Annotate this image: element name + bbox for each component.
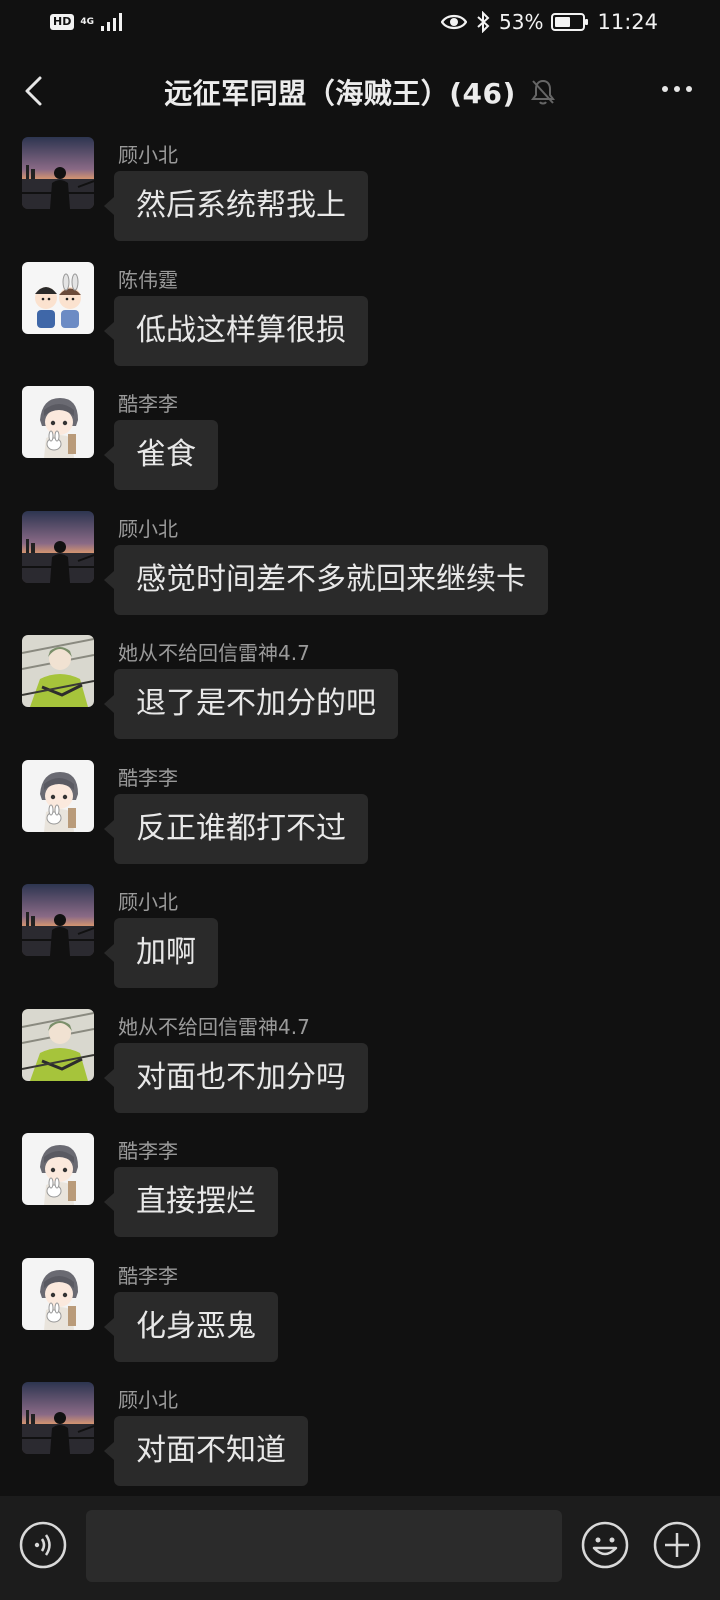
message-bubble[interactable]: 低战这样算很损 [104, 296, 368, 366]
avatar[interactable] [22, 1133, 94, 1205]
message-bubble[interactable]: 雀食 [104, 420, 218, 490]
voice-icon [19, 1521, 67, 1569]
message-bubble[interactable]: 对面也不加分吗 [104, 1043, 368, 1113]
message-bubble[interactable]: 反正谁都打不过 [104, 794, 368, 864]
mute-bell-icon [530, 79, 555, 105]
sender-name: 顾小北 [118, 517, 178, 541]
emoji-button[interactable] [580, 1520, 630, 1574]
avatar[interactable] [22, 386, 94, 458]
bluetooth-icon [477, 11, 490, 33]
message-bubble[interactable]: 加啊 [104, 918, 218, 988]
message-bubble[interactable]: 对面不知道 [104, 1416, 308, 1486]
chat-header: 远征军同盟（海贼王）(46) [0, 60, 720, 120]
sender-name: 酷李李 [118, 1139, 178, 1163]
status-bar: HD 4G 53% 11:24 [0, 0, 720, 50]
message-bubble[interactable]: 化身恶鬼 [104, 1292, 278, 1362]
avatar[interactable] [22, 511, 94, 583]
avatar[interactable] [22, 1382, 94, 1454]
message-bubble[interactable]: 直接摆烂 [104, 1167, 278, 1237]
voice-button[interactable] [18, 1520, 68, 1574]
sender-name: 顾小北 [118, 143, 178, 167]
clock: 11:24 [597, 10, 658, 34]
sender-name: 陈伟霆 [118, 268, 178, 292]
hd-badge: HD [50, 14, 75, 30]
message-input[interactable] [86, 1510, 562, 1582]
sender-name: 酷李李 [118, 392, 178, 416]
battery-icon [551, 13, 589, 31]
eye-icon [441, 14, 468, 30]
plus-button[interactable] [652, 1520, 702, 1574]
avatar[interactable] [22, 1009, 94, 1081]
status-right: 53% 11:24 [441, 10, 658, 34]
message-bubble[interactable]: 退了是不加分的吧 [104, 669, 398, 739]
message-bubble[interactable]: 然后系统帮我上 [104, 171, 368, 241]
emoji-icon [581, 1521, 629, 1569]
avatar[interactable] [22, 884, 94, 956]
battery-percent: 53% [499, 10, 544, 34]
more-options-button[interactable] [662, 86, 692, 92]
sender-name: 她从不给回信雷神4.7 [118, 1015, 310, 1039]
avatar[interactable] [22, 760, 94, 832]
sender-name: 酷李李 [118, 1264, 178, 1288]
sender-name: 顾小北 [118, 1388, 178, 1412]
network-type: 4G [80, 16, 94, 27]
sender-name: 顾小北 [118, 890, 178, 914]
avatar[interactable] [22, 1258, 94, 1330]
status-left: HD 4G [50, 12, 126, 32]
input-bar [0, 1496, 720, 1600]
avatar[interactable] [22, 635, 94, 707]
signal-icon [101, 13, 122, 31]
chat-title: 远征军同盟（海贼王）(46) [164, 77, 516, 110]
sender-name: 酷李李 [118, 766, 178, 790]
plus-icon [653, 1521, 701, 1569]
avatar[interactable] [22, 262, 94, 334]
message-bubble[interactable]: 感觉时间差不多就回来继续卡 [104, 545, 548, 615]
sender-name: 她从不给回信雷神4.7 [118, 641, 310, 665]
avatar[interactable] [22, 137, 94, 209]
